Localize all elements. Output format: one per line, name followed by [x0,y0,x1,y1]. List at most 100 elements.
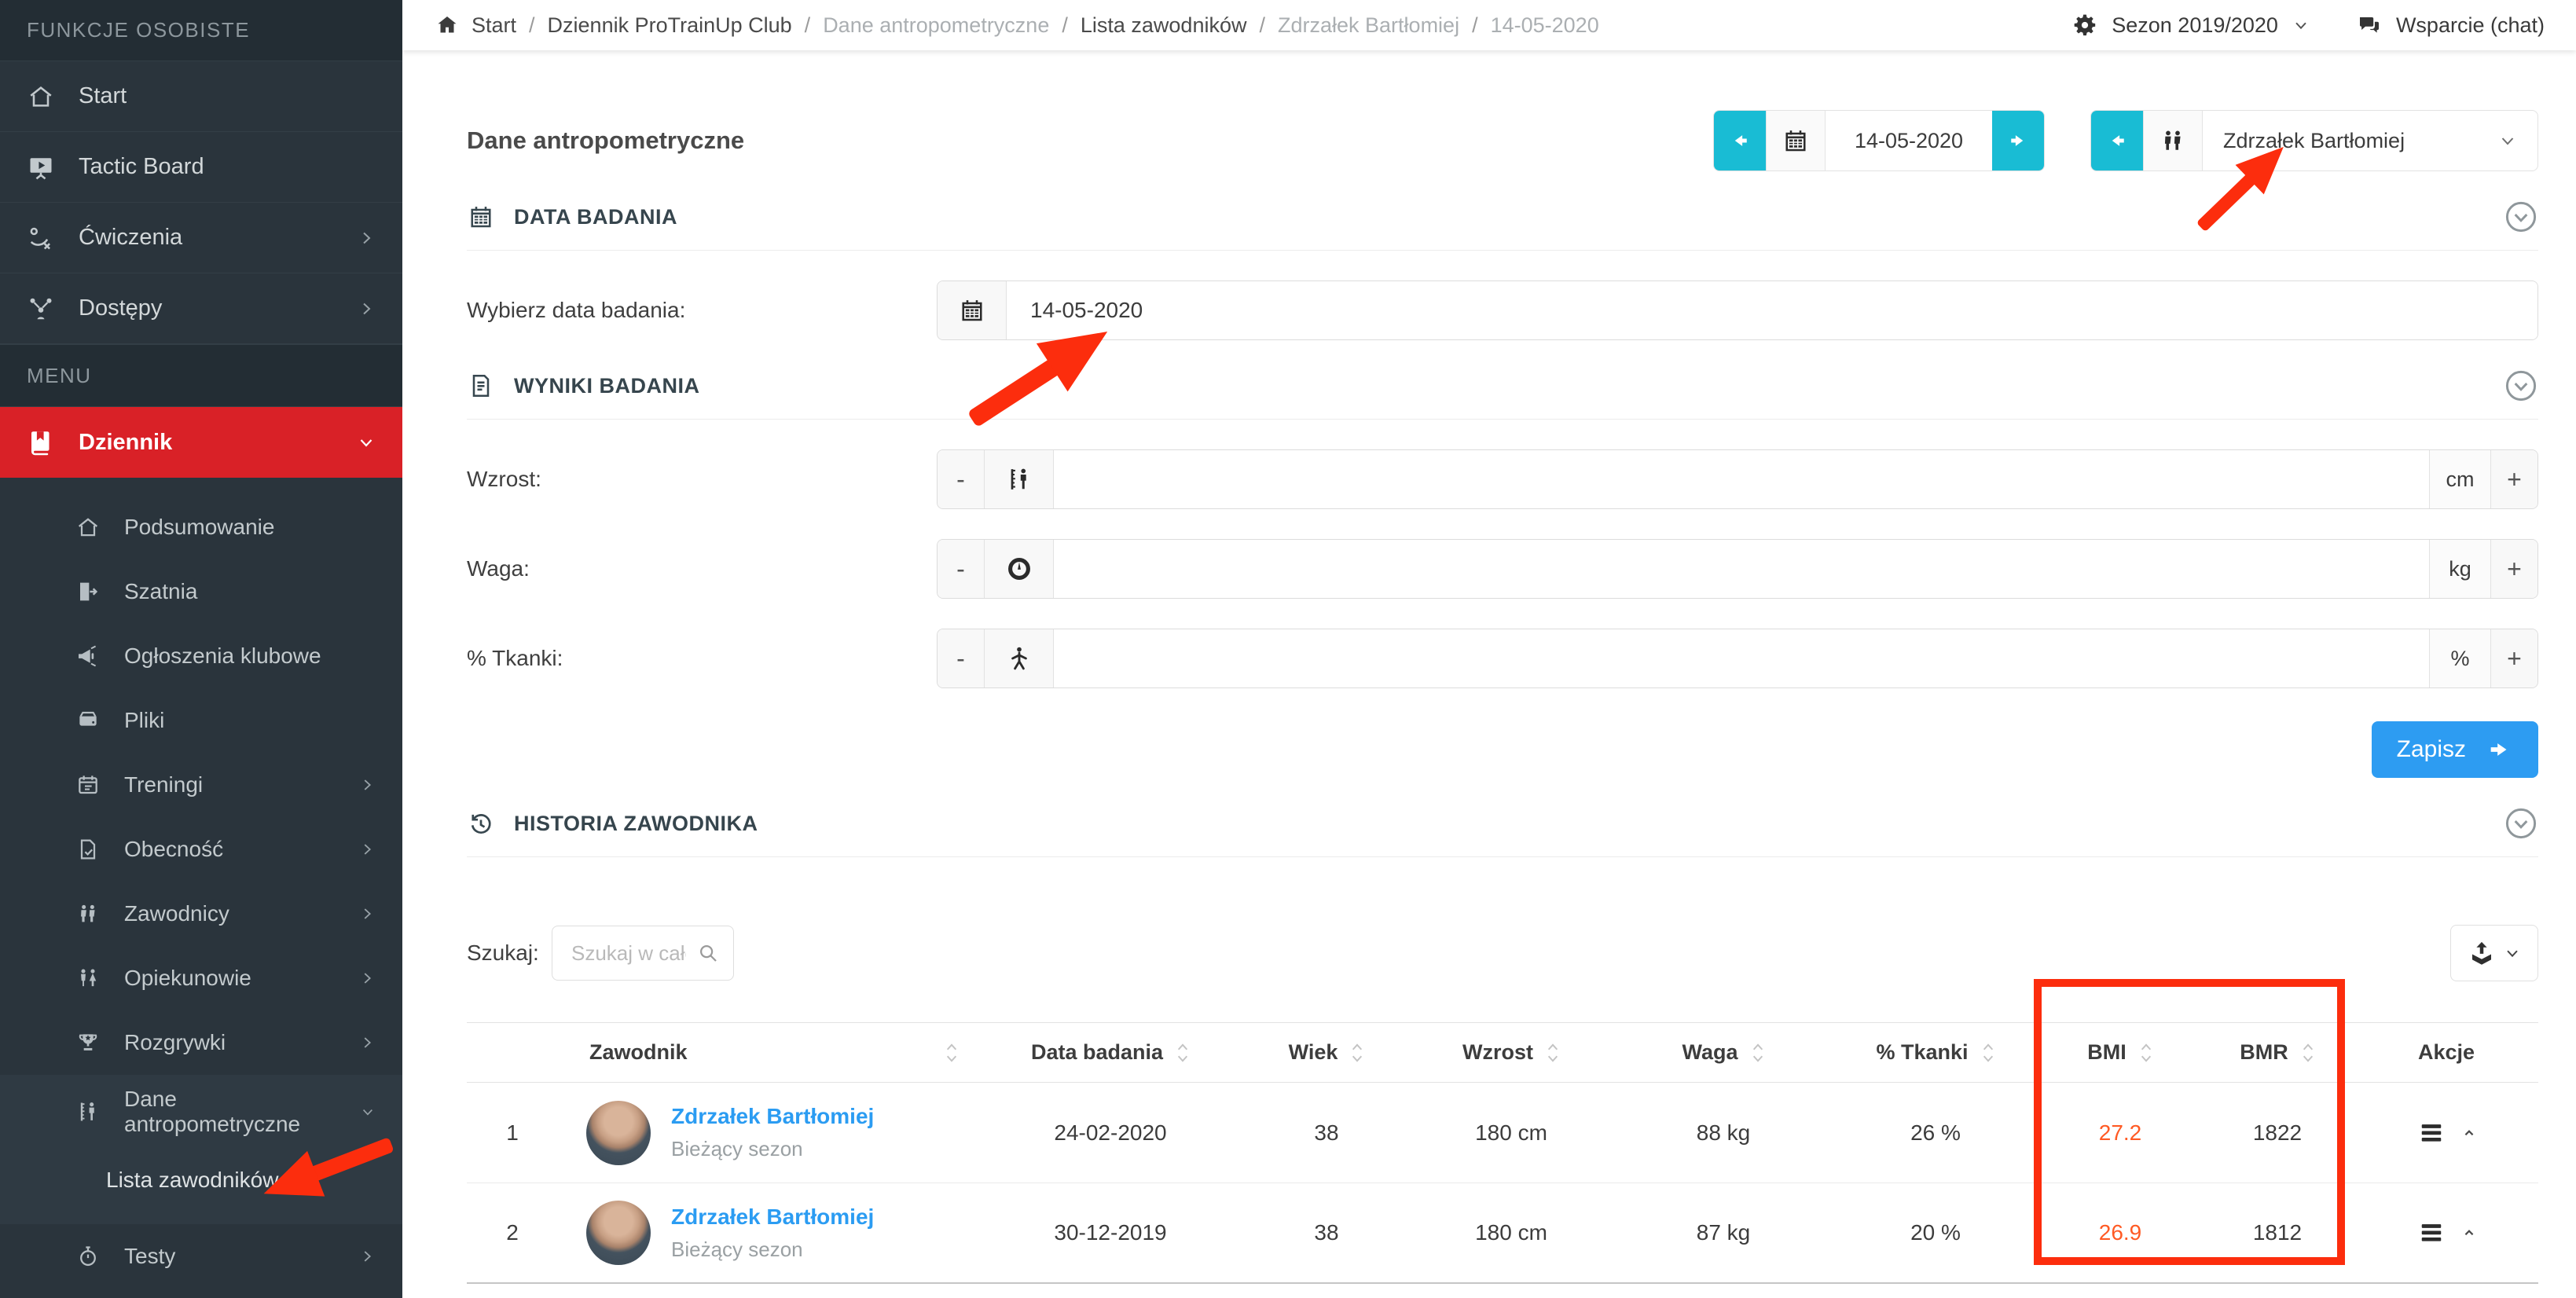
breadcrumb-item[interactable]: Lista zawodników [1081,13,1247,38]
decrement-button[interactable]: - [938,629,985,688]
decrement-button[interactable]: - [938,540,985,598]
column-label: Wiek [1289,1040,1338,1065]
header-data-badania[interactable]: Data badania [973,1040,1248,1065]
sidebar-subitem-obecnosc[interactable]: Obecność [0,817,402,882]
caret-up-icon[interactable] [2460,1224,2478,1241]
wzrost-row: Wzrost: - cm + [467,449,2538,509]
header-bmi[interactable]: BMI [2042,1040,2199,1065]
header-wzrost[interactable]: Wzrost [1405,1040,1617,1065]
sidebar-subitem-rozgrywki[interactable]: Rozgrywki [0,1010,402,1075]
player-avatar[interactable] [586,1101,651,1165]
actions-menu-icon[interactable] [2415,1216,2448,1249]
sidebar-subitem-szatnia[interactable]: Szatnia [0,559,402,624]
collapse-chevron-icon[interactable] [2504,368,2538,403]
sidebar-item-cwiczenia[interactable]: Ćwiczenia [0,203,402,273]
sort-icon[interactable] [945,1041,959,1065]
sidebar-item-dostepy[interactable]: Dostępy [0,273,402,344]
sidebar-item-tactic-board[interactable]: Tactic Board [0,132,402,203]
date-input[interactable]: 14-05-2020 [1007,281,2537,339]
tkanki-unit: % [2429,629,2490,688]
export-button[interactable] [2450,925,2538,981]
increment-button[interactable]: + [2490,450,2537,508]
sidebar-subitem-treningi[interactable]: Treningi [0,753,402,817]
topbar-right: Sezon 2019/2020 Wsparcie (chat) [2072,13,2545,38]
support-chat-button[interactable]: Wsparcie (chat) [2357,13,2545,38]
caret-up-icon[interactable] [2460,1124,2478,1142]
search-icon [696,941,720,965]
breadcrumb-item[interactable]: Zdrzałek Bartłomiej [1278,13,1459,38]
sort-icon[interactable] [1981,1041,1995,1065]
decrement-button[interactable]: - [938,450,985,508]
column-label: Wzrost [1462,1040,1533,1065]
date-prev-button[interactable] [1714,111,1766,170]
home-icon [435,13,459,37]
waga-label: Waga: [467,556,937,581]
date-calendar-button[interactable] [1766,111,1826,170]
player-name-link[interactable]: Zdrzałek Bartłomiej [671,1104,874,1129]
header-bmr[interactable]: BMR [2199,1040,2356,1065]
collapse-chevron-icon[interactable] [2504,200,2538,234]
app-root: FUNKCJE OSOBISTE Start Tactic Board Ćwic… [0,0,2576,1298]
sidebar-item-label: Start [79,83,376,109]
sidebar-subitem-ogloszenia[interactable]: Ogłoszenia klubowe [0,624,402,688]
date-next-button[interactable] [1992,111,2044,170]
player-prev-button[interactable] [2091,111,2143,170]
breadcrumb-item[interactable]: Start [472,13,516,38]
sidebar-subitem-zawodnicy[interactable]: Zawodnicy [0,882,402,946]
header-tkanki[interactable]: % Tkanki [1829,1040,2042,1065]
wzrost-input-group: - cm + [937,449,2538,509]
section-wyniki-header: WYNIKI BADANIA [467,368,2538,420]
increment-button[interactable]: + [2490,629,2537,688]
sidebar-subitem-label: Podsumowanie [124,515,274,540]
sidebar-subitem-lista-zawodnikow[interactable]: Lista zawodników [0,1144,402,1216]
cell-weight: 88 kg [1617,1120,1829,1146]
header-waga[interactable]: Waga [1617,1040,1829,1065]
document-icon [467,372,495,400]
tkanki-input[interactable] [1054,629,2429,688]
players-icon [2159,126,2187,155]
sort-icon[interactable] [2139,1041,2153,1065]
breadcrumb-item[interactable]: Dane antropometryczne [823,13,1049,38]
sidebar: FUNKCJE OSOBISTE Start Tactic Board Ćwic… [0,0,402,1298]
megaphone-icon [75,644,101,669]
sort-icon[interactable] [2301,1041,2315,1065]
sort-icon[interactable] [1751,1041,1765,1065]
sidebar-item-start[interactable]: Start [0,61,402,132]
player-avatar[interactable] [586,1201,651,1265]
sidebar-subitem-opiekunowie[interactable]: Opiekunowie [0,946,402,1010]
wzrost-input[interactable] [1054,450,2429,508]
breadcrumb-item[interactable]: Dziennik ProTrainUp Club [548,13,792,38]
cell-date: 30-12-2019 [973,1220,1248,1245]
player-select[interactable]: Zdrzałek Bartłomiej [2203,111,2537,170]
sidebar-subitem-podsumowanie[interactable]: Podsumowanie [0,495,402,559]
season-selector[interactable]: Sezon 2019/2020 [2072,13,2310,38]
sidebar-subitem-pliki[interactable]: Pliki [0,688,402,753]
cell-height: 180 cm [1405,1220,1617,1245]
increment-button[interactable]: + [2490,540,2537,598]
sidebar-subitem-dane-antropometryczne[interactable]: Dane antropometryczne [0,1080,402,1144]
sidebar-item-dziennik[interactable]: Dziennik [0,407,402,478]
cell-age: 38 [1248,1220,1405,1245]
sidebar-subitem-testy[interactable]: Testy [0,1224,402,1289]
sort-icon[interactable] [1176,1041,1190,1065]
collapse-chevron-icon[interactable] [2504,806,2538,841]
sort-icon[interactable] [1350,1041,1364,1065]
player-name-link[interactable]: Zdrzałek Bartłomiej [671,1204,874,1230]
header-wiek[interactable]: Wiek [1248,1040,1405,1065]
chevron-right-icon [357,299,376,318]
calendar-icon-cell[interactable] [938,281,1007,339]
player-select-value: Zdrzałek Bartłomiej [2223,129,2405,153]
actions-menu-icon[interactable] [2415,1116,2448,1150]
search-box [552,926,734,981]
date-nav-value[interactable]: 14-05-2020 [1826,111,1992,170]
waga-input[interactable] [1054,540,2429,598]
cell-actions [2356,1216,2537,1249]
sidebar-anthro-group: Dane antropometryczne Lista zawodników [0,1075,402,1224]
save-button[interactable]: Zapisz [2372,721,2538,778]
tkanki-row: % Tkanki: - % + [467,629,2538,688]
sort-icon[interactable] [1546,1041,1560,1065]
topbar: Start / Dziennik ProTrainUp Club / Dane … [402,0,2576,50]
cell-bmi: 27.2 [2042,1120,2199,1146]
season-label: Sezon 2019/2020 [2112,13,2278,38]
header-zawodnik[interactable]: Zawodnik [558,1040,973,1065]
